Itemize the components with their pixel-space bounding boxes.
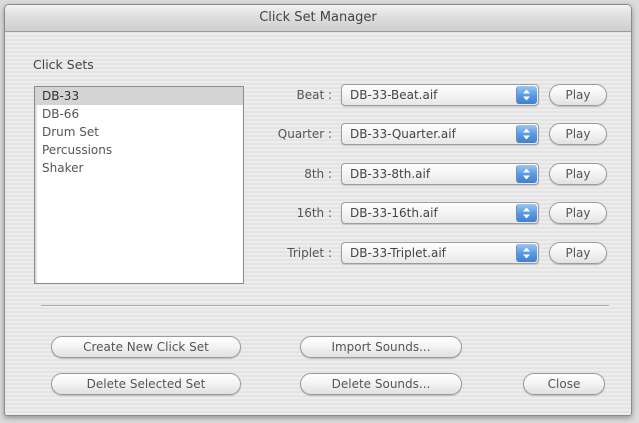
separator-line — [41, 305, 609, 307]
triplet-row: Triplet : DB-33-Triplet.aif Play — [255, 242, 610, 266]
popup-arrows-icon — [516, 125, 537, 143]
popup-arrows-icon — [516, 165, 537, 183]
list-item-percussions[interactable]: Percussions — [35, 141, 243, 159]
sixteenth-sound-popup[interactable]: DB-33-16th.aif — [341, 202, 539, 224]
list-item-db-33[interactable]: DB-33 — [35, 87, 243, 105]
popup-arrows-icon — [516, 244, 537, 262]
triplet-sound-popup[interactable]: DB-33-Triplet.aif — [341, 242, 539, 264]
quarter-label: Quarter : — [277, 127, 332, 141]
eighth-sound-popup[interactable]: DB-33-8th.aif — [341, 163, 539, 185]
beat-play-button[interactable]: Play — [549, 84, 607, 106]
list-item-shaker[interactable]: Shaker — [35, 159, 243, 177]
list-item-drum-set[interactable]: Drum Set — [35, 123, 243, 141]
beat-row: Beat : DB-33-Beat.aif Play — [255, 84, 610, 108]
popup-arrows-icon — [516, 86, 537, 104]
eighth-row: 8th : DB-33-8th.aif Play — [255, 163, 610, 187]
click-sets-list[interactable]: DB-33 DB-66 Drum Set Percussions Shaker — [34, 86, 244, 284]
close-button[interactable]: Close — [523, 373, 605, 395]
import-sounds-button[interactable]: Import Sounds... — [300, 336, 462, 358]
triplet-sound-value: DB-33-Triplet.aif — [350, 246, 446, 260]
list-item-db-66[interactable]: DB-66 — [35, 105, 243, 123]
beat-label: Beat : — [296, 88, 332, 102]
click-set-manager-window: Click Set Manager Click Sets DB-33 DB-66… — [4, 4, 632, 416]
beat-sound-popup[interactable]: DB-33-Beat.aif — [341, 84, 539, 106]
popup-arrows-icon — [516, 204, 537, 222]
eighth-play-button[interactable]: Play — [549, 163, 607, 185]
beat-sound-value: DB-33-Beat.aif — [350, 88, 438, 102]
sixteenth-row: 16th : DB-33-16th.aif Play — [255, 202, 610, 226]
quarter-row: Quarter : DB-33-Quarter.aif Play — [255, 123, 610, 147]
triplet-label: Triplet : — [287, 246, 332, 260]
sixteenth-label: 16th : — [296, 206, 332, 220]
create-new-click-set-button[interactable]: Create New Click Set — [51, 336, 241, 358]
window-title: Click Set Manager — [5, 5, 631, 32]
delete-selected-set-button[interactable]: Delete Selected Set — [51, 373, 241, 395]
quarter-sound-popup[interactable]: DB-33-Quarter.aif — [341, 123, 539, 145]
click-sets-label: Click Sets — [33, 57, 94, 72]
eighth-label: 8th : — [304, 167, 332, 181]
triplet-play-button[interactable]: Play — [549, 242, 607, 264]
delete-sounds-button[interactable]: Delete Sounds... — [300, 373, 462, 395]
quarter-play-button[interactable]: Play — [549, 123, 607, 145]
eighth-sound-value: DB-33-8th.aif — [350, 167, 431, 181]
sixteenth-play-button[interactable]: Play — [549, 202, 607, 224]
sixteenth-sound-value: DB-33-16th.aif — [350, 206, 438, 220]
quarter-sound-value: DB-33-Quarter.aif — [350, 127, 456, 141]
